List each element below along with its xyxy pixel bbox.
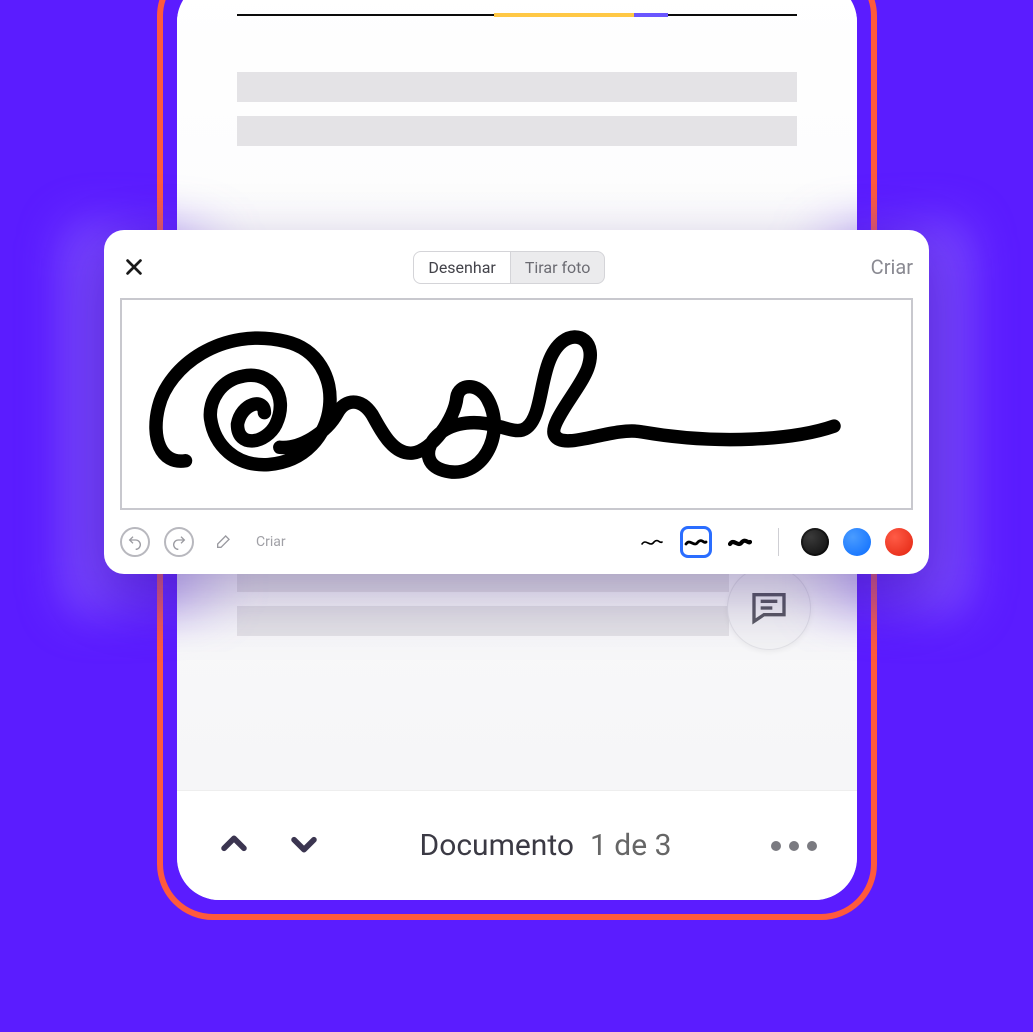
signature-modal-header: Desenhar Tirar foto Criar [120, 246, 913, 288]
text-placeholder [237, 72, 797, 102]
color-blue[interactable] [843, 528, 871, 556]
document-nav-bar: Documento 1 de 3 [177, 790, 857, 900]
redo-button[interactable] [164, 527, 194, 557]
signature-drawing [122, 300, 911, 508]
undo-icon [127, 534, 143, 550]
document-title: Documento 1 de 3 [321, 828, 771, 863]
eraser-button[interactable] [208, 527, 238, 557]
redo-icon [171, 534, 187, 550]
highlight-marker [494, 13, 634, 17]
toolbar-label: Criar [256, 534, 286, 550]
more-options-button[interactable] [771, 841, 817, 851]
thickness-thin-icon [640, 536, 664, 548]
chevron-down-icon [287, 827, 321, 861]
next-document-button[interactable] [287, 827, 321, 865]
color-black[interactable] [801, 528, 829, 556]
comments-button[interactable] [727, 566, 811, 650]
thickness-thick[interactable] [724, 526, 756, 558]
signature-mode-tabs: Desenhar Tirar foto [148, 251, 871, 284]
signature-toolbar: Criar [120, 526, 913, 558]
create-button[interactable]: Criar [871, 255, 913, 279]
text-block [237, 562, 797, 650]
close-icon [123, 256, 145, 278]
text-placeholder [237, 606, 730, 636]
thickness-thin[interactable] [636, 526, 668, 558]
thickness-selector [636, 526, 756, 558]
color-red[interactable] [885, 528, 913, 556]
text-placeholder [237, 116, 797, 146]
thickness-thick-icon [728, 536, 752, 548]
thickness-medium-icon [684, 536, 708, 548]
prev-document-button[interactable] [217, 827, 251, 865]
chat-icon [749, 588, 789, 628]
highlight-marker-secondary [634, 13, 668, 17]
document-line [237, 14, 797, 16]
eraser-icon [215, 534, 231, 550]
toolbar-divider [778, 528, 779, 556]
signature-modal: Desenhar Tirar foto Criar Criar [104, 230, 929, 574]
tab-photo[interactable]: Tirar foto [511, 251, 606, 284]
close-button[interactable] [120, 253, 148, 281]
chevron-up-icon [217, 827, 251, 861]
undo-button[interactable] [120, 527, 150, 557]
thickness-medium[interactable] [680, 526, 712, 558]
document-position: 1 de 3 [590, 828, 671, 863]
signature-canvas[interactable] [120, 298, 913, 510]
tab-draw[interactable]: Desenhar [413, 251, 511, 284]
document-label: Documento [420, 828, 574, 863]
